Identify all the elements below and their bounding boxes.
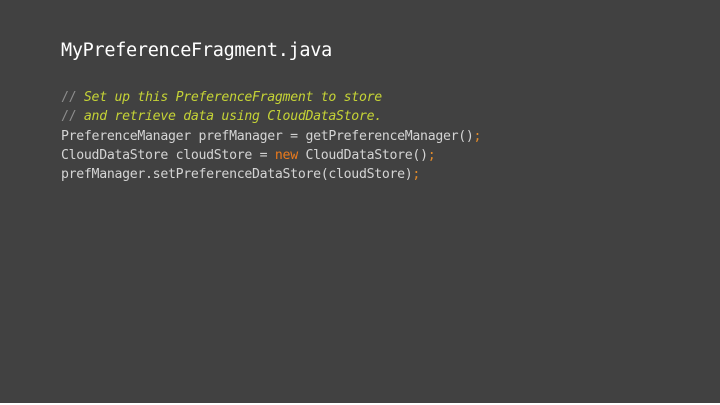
code-token-plain: CloudDataStore()	[297, 147, 428, 163]
code-token-punct: ;	[473, 128, 482, 144]
code-line: // Set up this PreferenceFragment to sto…	[61, 88, 481, 107]
slide: MyPreferenceFragment.java // Set up this…	[0, 0, 720, 403]
code-block: // Set up this PreferenceFragment to sto…	[61, 88, 481, 184]
code-token-comment: Set up this PreferenceFragment to store	[83, 90, 382, 105]
code-token-comment-marker: //	[61, 90, 84, 105]
file-title: MyPreferenceFragment.java	[61, 40, 332, 61]
code-line: // and retrieve data using CloudDataStor…	[61, 107, 481, 126]
code-line: PreferenceManager prefManager = getPrefe…	[61, 127, 481, 146]
code-token-punct: ;	[427, 147, 436, 163]
code-line: CloudDataStore cloudStore = new CloudDat…	[61, 146, 481, 165]
code-token-plain: CloudDataStore cloudStore =	[61, 147, 275, 163]
code-token-comment-marker: //	[61, 109, 84, 125]
code-line: prefManager.setPreferenceDataStore(cloud…	[61, 165, 481, 184]
code-token-comment: and retrieve data using CloudDataStore.	[83, 109, 382, 125]
code-token-plain: prefManager.setPreferenceDataStore(cloud…	[61, 167, 413, 183]
code-token-keyword: new	[274, 147, 298, 163]
code-token-punct: ;	[412, 167, 421, 183]
code-token-plain: PreferenceManager prefManager = getPrefe…	[61, 128, 474, 144]
